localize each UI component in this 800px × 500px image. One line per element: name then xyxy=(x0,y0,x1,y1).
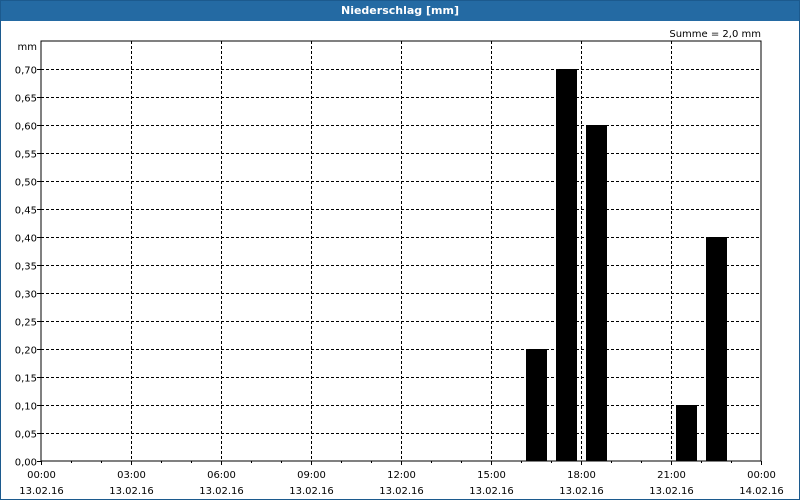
precipitation-bar xyxy=(676,405,697,461)
x-tick-time-label: 00:00 xyxy=(27,470,56,481)
x-tick-time-label: 18:00 xyxy=(567,470,596,481)
y-tick-label: 0,30 xyxy=(15,290,37,301)
y-tick-label: 0,20 xyxy=(15,346,37,357)
y-axis-unit-label: mm xyxy=(18,42,37,53)
precipitation-bar xyxy=(556,69,577,461)
x-tick-time-label: 09:00 xyxy=(297,470,326,481)
x-tick-date-label: 13.02.16 xyxy=(559,486,604,497)
y-tick-label: 0,25 xyxy=(15,318,37,329)
x-tick-time-label: 00:00 xyxy=(747,470,776,481)
x-axis-ticks: 00:00 13.02.16 03:00 13.02.16 06:00 13.02.16 0… xyxy=(19,461,784,497)
y-tick-label: 0,70 xyxy=(15,66,37,77)
x-tick-time-label: 15:00 xyxy=(477,470,506,481)
x-tick-date-label: 13.02.16 xyxy=(19,486,64,497)
precipitation-chart: mm Summe = 2,0 mm 0,000,050,100,150,200,… xyxy=(15,29,784,497)
precipitation-bar xyxy=(586,125,607,461)
sum-label: Summe = 2,0 mm xyxy=(669,29,761,40)
x-tick-date-label: 13.02.16 xyxy=(199,486,244,497)
y-tick-label: 0,10 xyxy=(15,402,37,413)
x-tick-date-label: 13.02.16 xyxy=(289,486,334,497)
y-tick-label: 0,15 xyxy=(15,374,37,385)
y-tick-label: 0,55 xyxy=(15,150,37,161)
y-tick-label: 0,40 xyxy=(15,234,37,245)
x-tick-date-label: 14.02.16 xyxy=(739,486,784,497)
y-tick-label: 0,05 xyxy=(15,430,37,441)
window-title: Niederschlag [mm] xyxy=(1,1,799,21)
y-axis-ticks: 0,00 0,05 0,10 0,15 0,20 0,25 0,30 0,35 0,40 0,45… xyxy=(15,66,41,469)
grid-lines xyxy=(41,41,761,461)
y-tick-label: 0,65 xyxy=(15,94,37,105)
x-tick-date-label: 13.02.16 xyxy=(469,486,514,497)
x-tick-date-label: 13.02.16 xyxy=(109,486,154,497)
x-tick-time-label: 21:00 xyxy=(657,470,686,481)
chart-window: Niederschlag [mm] mm Summe = 2,0 mm 0,00… xyxy=(0,0,800,500)
y-tick-label: 0,60 xyxy=(15,122,37,133)
x-tick-date-label: 13.02.16 xyxy=(379,486,424,497)
y-tick-label: 0,45 xyxy=(15,206,37,217)
y-tick-label: 0,50 xyxy=(15,178,37,189)
precipitation-bar xyxy=(706,237,727,461)
x-tick-time-label: 03:00 xyxy=(117,470,146,481)
y-tick-label: 0,35 xyxy=(15,262,37,273)
precipitation-bar xyxy=(526,349,547,461)
x-tick-time-label: 06:00 xyxy=(207,470,236,481)
y-tick-label: 0,00 xyxy=(15,458,37,469)
x-tick-time-label: 12:00 xyxy=(387,470,416,481)
x-tick-date-label: 13.02.16 xyxy=(649,486,694,497)
